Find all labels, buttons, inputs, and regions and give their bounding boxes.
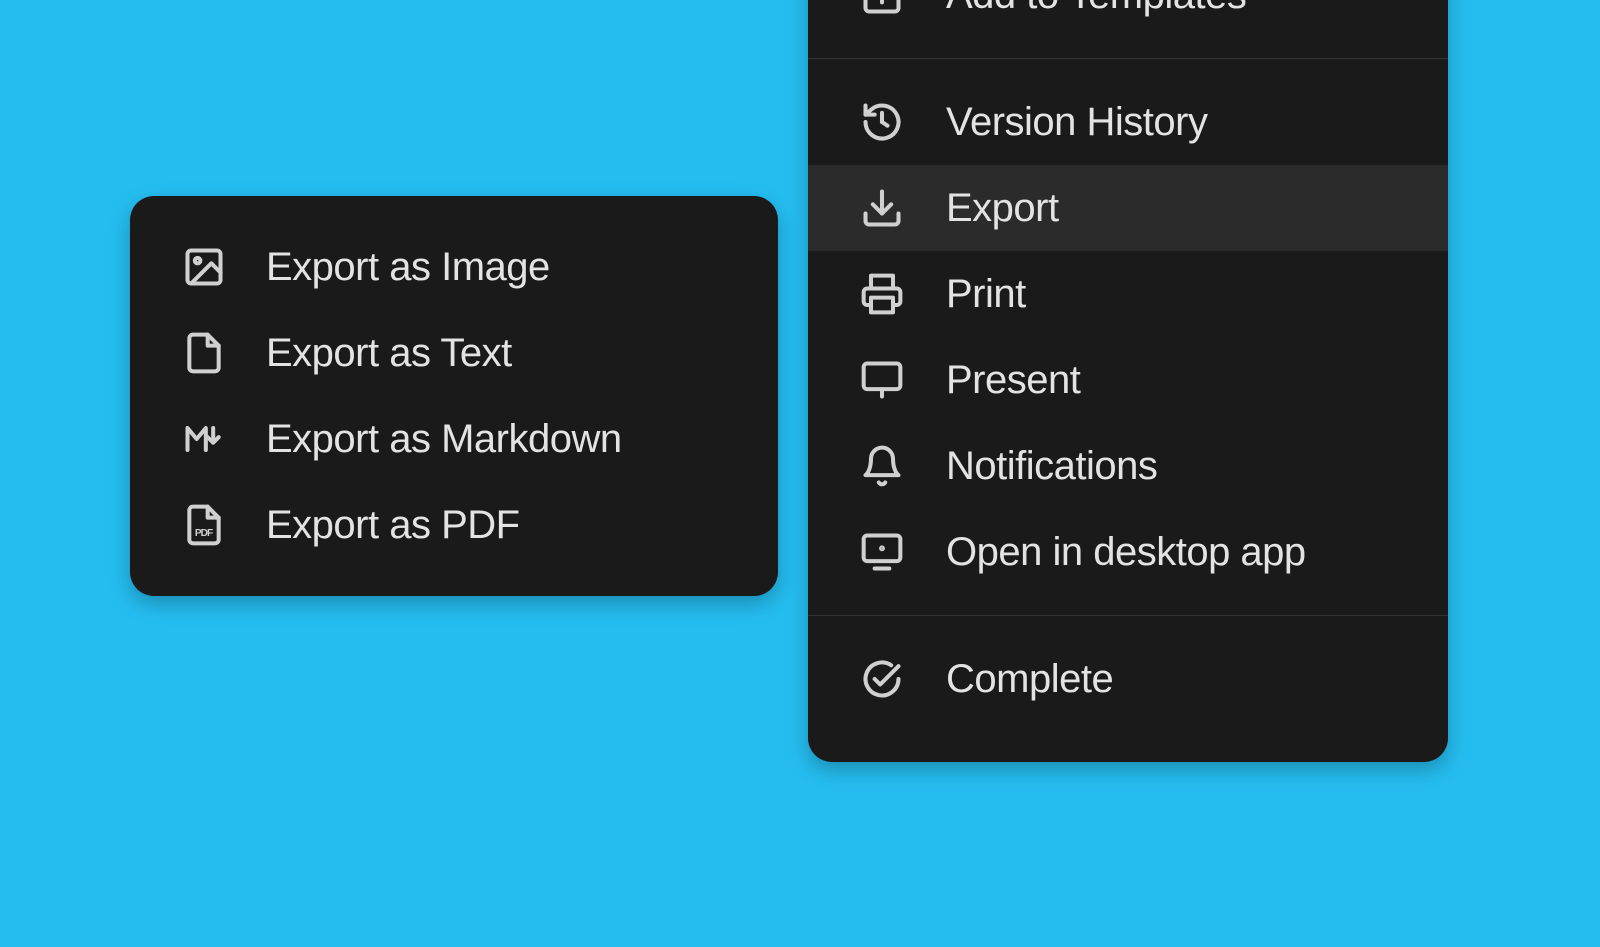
menu-item-label: Export as Markdown <box>266 417 622 462</box>
markdown-icon <box>182 417 226 461</box>
print-item[interactable]: Print <box>808 251 1448 337</box>
history-icon <box>860 100 904 144</box>
menu-section: Complete <box>808 615 1448 742</box>
plus-square-icon <box>860 0 904 17</box>
complete-item[interactable]: Complete <box>808 636 1448 722</box>
export-as-pdf-item[interactable]: PDF Export as PDF <box>130 482 778 568</box>
menu-item-label: Version History <box>946 100 1207 145</box>
menu-item-label: Add to Templates <box>946 0 1246 18</box>
menu-section: Version History Export Print Present Not… <box>808 58 1448 615</box>
export-as-text-item[interactable]: Export as Text <box>130 310 778 396</box>
main-context-menu: Add to Templates Version History Export … <box>808 0 1448 762</box>
export-submenu: Export as Image Export as Text Export as… <box>130 196 778 596</box>
menu-item-label: Print <box>946 272 1026 317</box>
menu-item-label: Complete <box>946 657 1113 702</box>
file-icon <box>182 331 226 375</box>
menu-item-label: Export as Text <box>266 331 512 376</box>
add-to-templates-item[interactable]: Add to Templates <box>808 0 1448 38</box>
menu-item-label: Export as PDF <box>266 503 520 548</box>
menu-item-label: Notifications <box>946 444 1157 489</box>
open-in-desktop-item[interactable]: Open in desktop app <box>808 509 1448 595</box>
menu-section: Add to Templates <box>808 0 1448 58</box>
desktop-icon <box>860 530 904 574</box>
download-icon <box>860 186 904 230</box>
image-icon <box>182 245 226 289</box>
print-icon <box>860 272 904 316</box>
export-item[interactable]: Export <box>808 165 1448 251</box>
svg-text:PDF: PDF <box>195 528 213 539</box>
monitor-icon <box>860 358 904 402</box>
bell-icon <box>860 444 904 488</box>
menu-item-label: Export as Image <box>266 245 550 290</box>
menu-item-label: Open in desktop app <box>946 530 1306 575</box>
present-item[interactable]: Present <box>808 337 1448 423</box>
notifications-item[interactable]: Notifications <box>808 423 1448 509</box>
export-as-image-item[interactable]: Export as Image <box>130 224 778 310</box>
version-history-item[interactable]: Version History <box>808 79 1448 165</box>
check-circle-icon <box>860 657 904 701</box>
export-as-markdown-item[interactable]: Export as Markdown <box>130 396 778 482</box>
pdf-icon: PDF <box>182 503 226 547</box>
menu-item-label: Export <box>946 186 1059 231</box>
menu-item-label: Present <box>946 358 1080 403</box>
